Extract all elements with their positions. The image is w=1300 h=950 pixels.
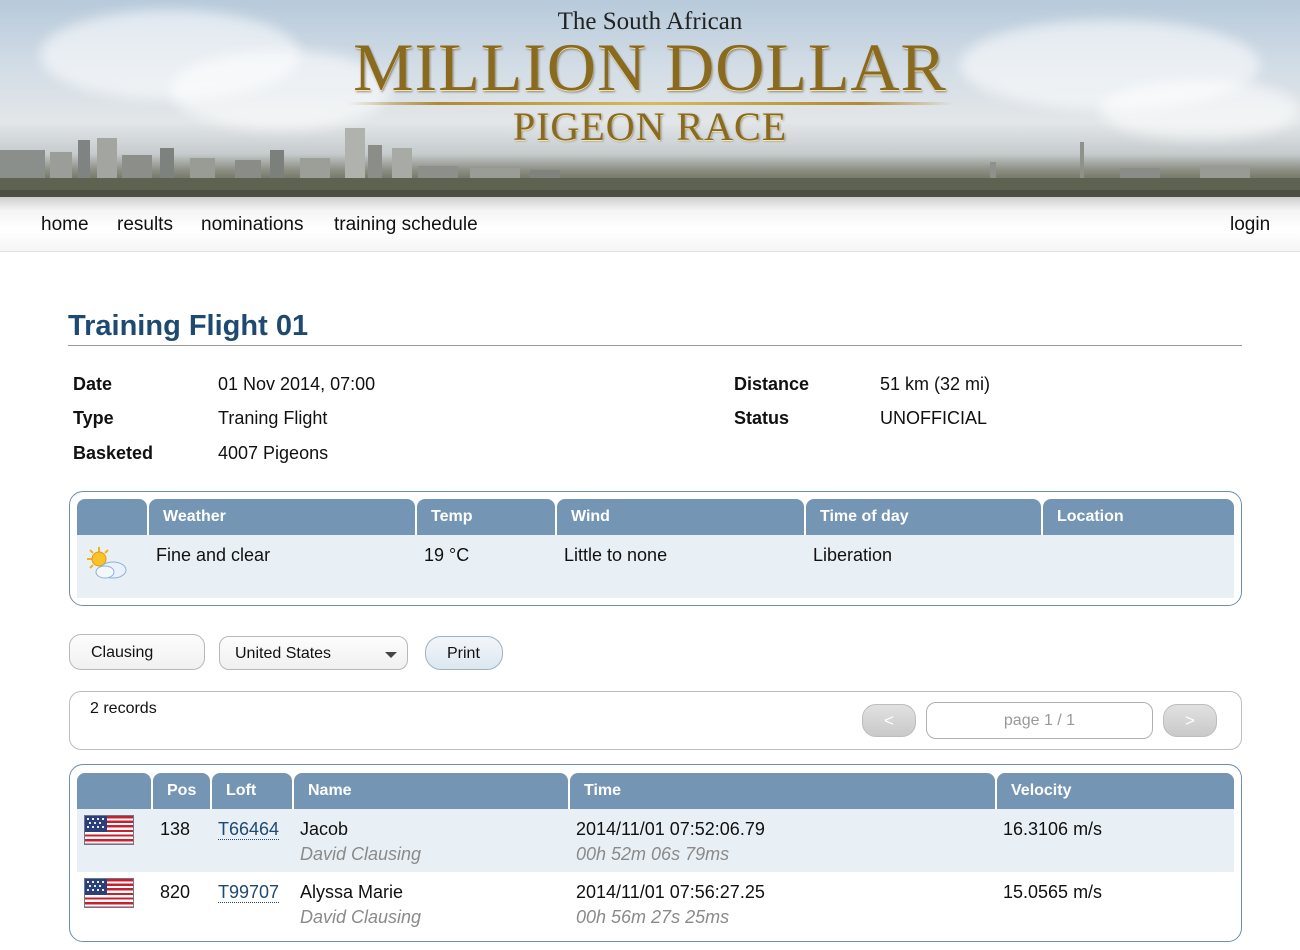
results-header-loft: Loft <box>212 773 292 809</box>
wind-value: Little to none <box>564 545 668 565</box>
weather-header-icon <box>77 499 147 535</box>
nav-training-schedule[interactable]: training schedule <box>334 214 478 236</box>
row-pos: 138 <box>160 819 191 839</box>
nav-results[interactable]: results <box>117 214 173 236</box>
weather-header-location: Location <box>1043 499 1234 535</box>
weather-header-wind: Wind <box>557 499 804 535</box>
weather-header-weather: Weather <box>149 499 415 535</box>
weather-value: Fine and clear <box>156 545 271 565</box>
row-velocity: 15.0565 m/s <box>1003 882 1103 902</box>
weather-panel: Weather Temp Wind Time of day Location F… <box>69 491 1242 606</box>
sun-cloud-icon <box>87 547 127 579</box>
site-banner: The South African MILLION DOLLAR PIGEON … <box>0 0 1300 197</box>
main-nav: home results nominations training schedu… <box>0 197 1300 252</box>
row-owner: David Clausing <box>300 844 422 864</box>
time-of-day-value: Liberation <box>813 545 893 565</box>
nav-nominations[interactable]: nominations <box>201 214 303 236</box>
row-duration: 00h 56m 27s 25ms <box>576 907 730 927</box>
results-table: Pos Loft Name Time Velocity 138 T66464 J… <box>69 764 1242 942</box>
distance-value: 51 km (32 mi) <box>880 374 991 394</box>
row-loft-link[interactable]: T99707 <box>218 882 280 903</box>
pager-bar: 2 records < page 1 / 1 > <box>69 691 1242 750</box>
type-label: Type <box>73 408 114 428</box>
page-title: Training Flight 01 <box>68 310 309 342</box>
logo-line-3: PIGEON RACE <box>512 104 788 149</box>
basketed-label: Basketed <box>73 443 154 463</box>
prev-page-button[interactable]: < <box>862 704 916 737</box>
results-header-time: Time <box>570 773 995 809</box>
row-pos: 820 <box>160 882 191 902</box>
date-label: Date <box>73 374 113 394</box>
nav-login[interactable]: login <box>1230 214 1270 236</box>
site-logo[interactable]: The South African MILLION DOLLAR PIGEON … <box>340 8 960 149</box>
record-count: 2 records <box>90 700 157 717</box>
us-flag-icon <box>84 878 134 908</box>
row-time: 2014/11/01 07:56:27.25 <box>576 882 765 902</box>
weather-header-time-of-day: Time of day <box>806 499 1041 535</box>
country-select[interactable]: United States <box>219 636 408 670</box>
next-page-button[interactable]: > <box>1163 704 1217 737</box>
nav-home[interactable]: home <box>41 214 89 236</box>
row-velocity: 16.3106 m/s <box>1003 819 1103 839</box>
row-time: 2014/11/01 07:52:06.79 <box>576 819 765 839</box>
row-name: Alyssa Marie <box>300 882 404 902</box>
results-header-flag <box>77 773 151 809</box>
chevron-down-icon <box>385 652 397 658</box>
page-indicator[interactable]: page 1 / 1 <box>926 702 1153 739</box>
us-flag-icon <box>84 815 134 845</box>
print-button-label: Print <box>447 645 480 662</box>
results-header-pos: Pos <box>153 773 210 809</box>
results-header-velocity: Velocity <box>997 773 1234 809</box>
logo-line-2: MILLION DOLLAR <box>353 29 947 105</box>
weather-header-temp: Temp <box>417 499 555 535</box>
status-value: UNOFFICIAL <box>880 408 988 428</box>
print-button[interactable]: Print <box>425 636 503 670</box>
temp-value: 19 °C <box>424 545 470 565</box>
type-value: Traning Flight <box>218 408 328 428</box>
results-header-name: Name <box>294 773 568 809</box>
distance-label: Distance <box>734 374 810 394</box>
search-input-value: Clausing <box>91 644 154 661</box>
title-divider <box>68 345 1242 346</box>
row-owner: David Clausing <box>300 907 422 927</box>
row-loft-link[interactable]: T66464 <box>218 819 280 840</box>
basketed-value: 4007 Pigeons <box>218 443 329 463</box>
country-select-value: United States <box>235 645 332 662</box>
row-name: Jacob <box>300 819 349 839</box>
search-input[interactable]: Clausing <box>69 634 205 670</box>
status-label: Status <box>734 408 790 428</box>
date-value: 01 Nov 2014, 07:00 <box>218 374 376 394</box>
row-duration: 00h 52m 06s 79ms <box>576 844 730 864</box>
